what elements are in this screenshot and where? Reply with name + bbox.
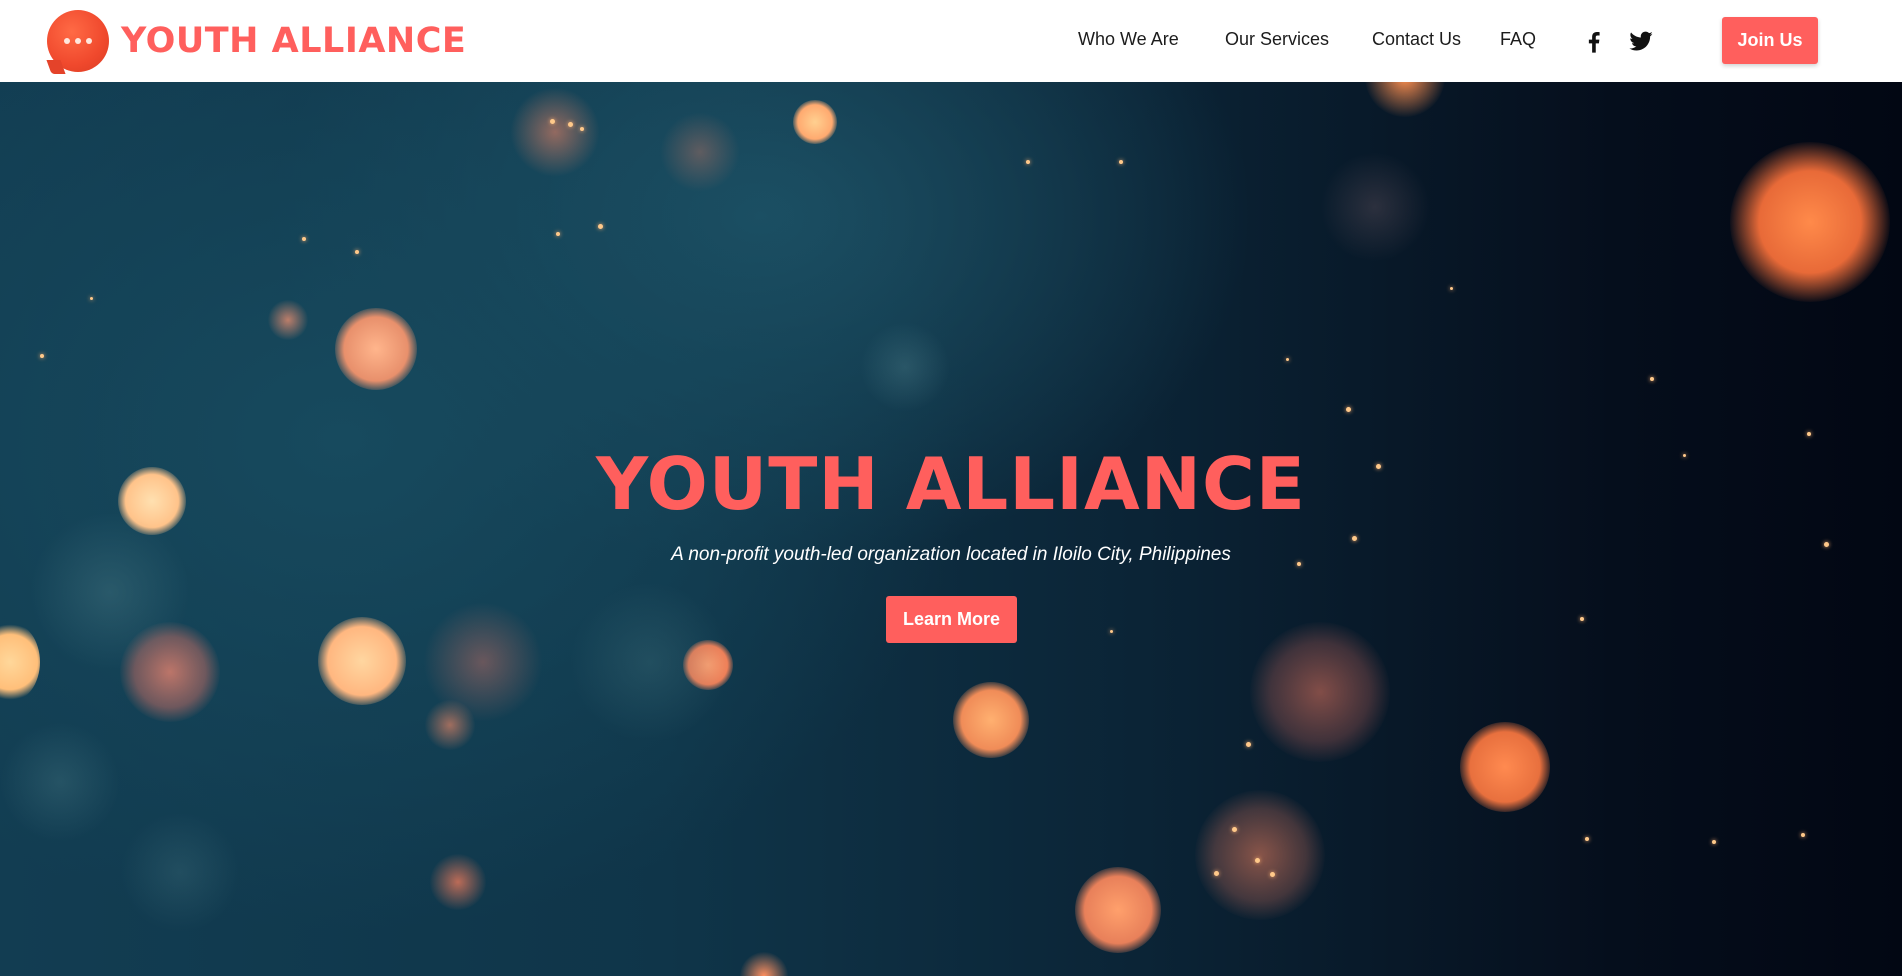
- brand[interactable]: YOUTH ALLIANCE: [47, 9, 466, 73]
- nav-faq[interactable]: FAQ: [1500, 29, 1536, 50]
- facebook-icon[interactable]: [1580, 27, 1608, 55]
- brand-name: YOUTH ALLIANCE: [121, 21, 467, 61]
- hero-content: YOUTH ALLIANCE A non-profit youth-led or…: [0, 82, 1902, 976]
- nav-contact-us[interactable]: Contact Us: [1372, 29, 1461, 50]
- nav-who-we-are[interactable]: Who We Are: [1078, 29, 1179, 50]
- hero-section: YOUTH ALLIANCE A non-profit youth-led or…: [0, 82, 1902, 976]
- learn-more-button[interactable]: Learn More: [886, 596, 1017, 643]
- join-us-button[interactable]: Join Us: [1722, 17, 1818, 64]
- hero-title: YOUTH ALLIANCE: [596, 442, 1306, 526]
- site-header: YOUTH ALLIANCE Who We Are Our Services C…: [0, 0, 1902, 82]
- hero-subtitle: A non-profit youth-led organization loca…: [671, 544, 1231, 565]
- chat-bubble-logo-icon: [47, 10, 109, 72]
- twitter-icon[interactable]: [1627, 27, 1655, 55]
- nav-our-services[interactable]: Our Services: [1225, 29, 1329, 50]
